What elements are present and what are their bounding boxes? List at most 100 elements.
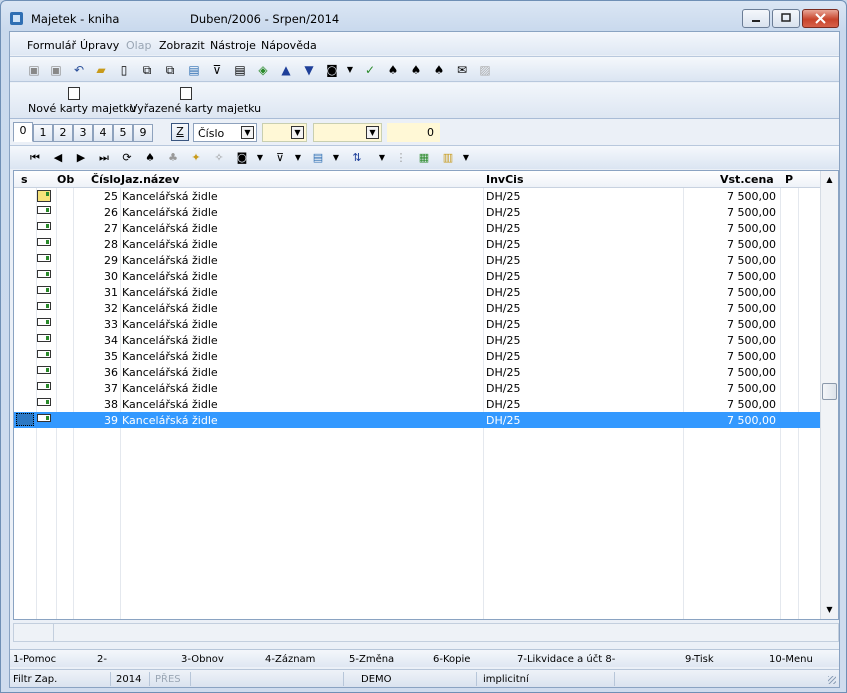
menu-nastroje[interactable]: Nástroje <box>210 39 256 52</box>
tab-3[interactable]: 3 <box>73 124 93 142</box>
table-row[interactable]: 39 Kancelářská židle DH/25 7 500,00 <box>14 412 820 428</box>
table-row[interactable]: 28 Kancelářská židle DH/25 7 500,00 <box>14 236 820 252</box>
menu-zobrazit[interactable]: Zobrazit <box>159 39 205 52</box>
header-cena[interactable]: Vst.cena <box>720 173 774 186</box>
save-icon[interactable]: ▣ <box>26 62 42 78</box>
new-cards-button[interactable]: Nové karty majetku <box>26 85 136 117</box>
maximize-button[interactable] <box>772 9 800 28</box>
arrow-up-icon[interactable]: ▲ <box>278 62 294 78</box>
sort-dropdown-icon[interactable]: ▼ <box>374 150 390 166</box>
undo-icon[interactable]: ↶ <box>71 62 87 78</box>
fkey-6[interactable]: 6-Kopie <box>433 654 470 665</box>
duplicate-icon[interactable]: ⧉ <box>162 62 178 78</box>
last-record-icon[interactable]: ⏭ <box>96 150 112 166</box>
table-row[interactable]: 37 Kancelářská židle DH/25 7 500,00 <box>14 380 820 396</box>
resize-grip-icon[interactable] <box>828 676 836 684</box>
tab-9[interactable]: 9 <box>133 124 153 142</box>
camera-icon[interactable]: ◙ <box>324 62 340 78</box>
table-row[interactable]: 38 Kancelářská židle DH/25 7 500,00 <box>14 396 820 412</box>
tab-1[interactable]: 1 <box>33 124 53 142</box>
document-filter-icon[interactable]: ▤ <box>232 62 248 78</box>
z-button[interactable]: Z <box>171 123 189 141</box>
table-row[interactable]: 31 Kancelářská židle DH/25 7 500,00 <box>14 284 820 300</box>
camera-icon[interactable]: ◙ <box>234 150 250 166</box>
binoculars-prev-icon[interactable]: ♠ <box>431 62 447 78</box>
refresh-icon[interactable]: ⟳ <box>119 150 135 166</box>
retired-cards-button[interactable]: Vyřazené karty majetku <box>128 85 261 117</box>
chevron-down-icon[interactable]: ▼ <box>291 126 304 139</box>
sort-icon[interactable]: ⇅ <box>349 150 365 166</box>
binoculars-next-icon[interactable]: ♠ <box>408 62 424 78</box>
fkey-1[interactable]: 1-Pomoc <box>13 654 56 665</box>
table-row[interactable]: 30 Kancelářská židle DH/25 7 500,00 <box>14 268 820 284</box>
table-settings-dropdown-icon[interactable]: ▼ <box>458 150 474 166</box>
attachment-icon[interactable]: ▨ <box>477 62 493 78</box>
find-icon[interactable]: ♠ <box>142 150 158 166</box>
menu-olap[interactable]: Olap <box>126 39 151 52</box>
header-cislo[interactable]: Číslo <box>91 173 121 186</box>
mark-all-icon[interactable]: ✦ <box>188 150 204 166</box>
minimize-button[interactable] <box>742 9 770 28</box>
book-icon[interactable]: ▤ <box>186 62 202 78</box>
binoculars-icon[interactable]: ♠ <box>385 62 401 78</box>
view-icon[interactable]: ▤ <box>310 150 326 166</box>
fkey-9[interactable]: 9-Tisk <box>685 654 714 665</box>
stack-icon[interactable]: ◈ <box>255 62 271 78</box>
table-row[interactable]: 35 Kancelářská židle DH/25 7 500,00 <box>14 348 820 364</box>
fkey-10[interactable]: 10-Menu <box>769 654 813 665</box>
filter-icon[interactable]: ⊽ <box>209 62 225 78</box>
scroll-down-icon[interactable]: ▼ <box>821 601 838 618</box>
close-button[interactable] <box>802 9 839 28</box>
menu-upravy[interactable]: Úpravy <box>80 39 119 52</box>
tab-5[interactable]: 5 <box>113 124 133 142</box>
fkey-3[interactable]: 3-Obnov <box>181 654 224 665</box>
fkey-7[interactable]: 7-Likvidace a účt 8- <box>517 654 615 665</box>
prev-record-icon[interactable]: ◀ <box>50 150 66 166</box>
header-ob[interactable]: Ob <box>57 173 74 186</box>
scroll-thumb[interactable] <box>822 383 837 400</box>
table-row[interactable]: 25 Kancelářská židle DH/25 7 500,00 <box>14 188 820 204</box>
fkey-2[interactable]: 2- <box>97 654 107 665</box>
copy-icon[interactable]: ⧉ <box>139 62 155 78</box>
table-row[interactable]: 27 Kancelářská židle DH/25 7 500,00 <box>14 220 820 236</box>
fkey-5[interactable]: 5-Změna <box>349 654 394 665</box>
table-row[interactable]: 34 Kancelářská židle DH/25 7 500,00 <box>14 332 820 348</box>
new-document-icon[interactable]: ▯ <box>116 62 132 78</box>
filter-field-1[interactable]: ▼ <box>262 123 307 142</box>
title-bar[interactable]: Majetek - kniha Duben/2006 - Srpen/2014 <box>1 1 846 31</box>
next-record-icon[interactable]: ▶ <box>73 150 89 166</box>
header-nazev[interactable]: Jaz.název <box>121 173 179 186</box>
table-settings-icon[interactable]: ▥ <box>440 150 456 166</box>
camera-dropdown-icon[interactable]: ▼ <box>342 62 358 78</box>
open-folder-icon[interactable]: ▰ <box>93 62 109 78</box>
save-as-icon[interactable]: ▣ <box>48 62 64 78</box>
menu-formular[interactable]: Formulář <box>27 39 76 52</box>
fkey-4[interactable]: 4-Záznam <box>265 654 315 665</box>
table-row[interactable]: 33 Kancelářská židle DH/25 7 500,00 <box>14 316 820 332</box>
filter-dropdown-icon[interactable]: ▼ <box>290 150 306 166</box>
vertical-scrollbar[interactable]: ▲ ▼ <box>820 171 838 619</box>
table-row[interactable]: 29 Kancelářská židle DH/25 7 500,00 <box>14 252 820 268</box>
sort-field-select[interactable]: Číslo ▼ <box>193 123 257 142</box>
filter-field-2[interactable]: ▼ <box>313 123 382 142</box>
unmark-icon[interactable]: ✧ <box>211 150 227 166</box>
scroll-up-icon[interactable]: ▲ <box>821 171 838 188</box>
table-row[interactable]: 36 Kancelářská židle DH/25 7 500,00 <box>14 364 820 380</box>
arrow-down-icon[interactable]: ▼ <box>301 62 317 78</box>
header-invcis[interactable]: InvCis <box>486 173 524 186</box>
table-row[interactable]: 26 Kancelářská židle DH/25 7 500,00 <box>14 204 820 220</box>
header-s[interactable]: s <box>21 173 28 186</box>
first-record-icon[interactable]: ⏮ <box>27 150 43 166</box>
camera-dropdown-icon[interactable]: ▼ <box>252 150 268 166</box>
mail-icon[interactable]: ✉ <box>454 62 470 78</box>
tab-2[interactable]: 2 <box>53 124 73 142</box>
columns-icon[interactable]: ⋮ <box>393 150 409 166</box>
chevron-down-icon[interactable]: ▼ <box>366 126 379 139</box>
tab-0[interactable]: 0 <box>13 122 33 142</box>
filter-icon[interactable]: ⊽ <box>272 150 288 166</box>
tab-4[interactable]: 4 <box>93 124 113 142</box>
header-p[interactable]: P <box>785 173 793 186</box>
mark-icon[interactable]: ♣ <box>165 150 181 166</box>
menu-napoveda[interactable]: Nápověda <box>261 39 317 52</box>
export-icon[interactable]: ▦ <box>416 150 432 166</box>
